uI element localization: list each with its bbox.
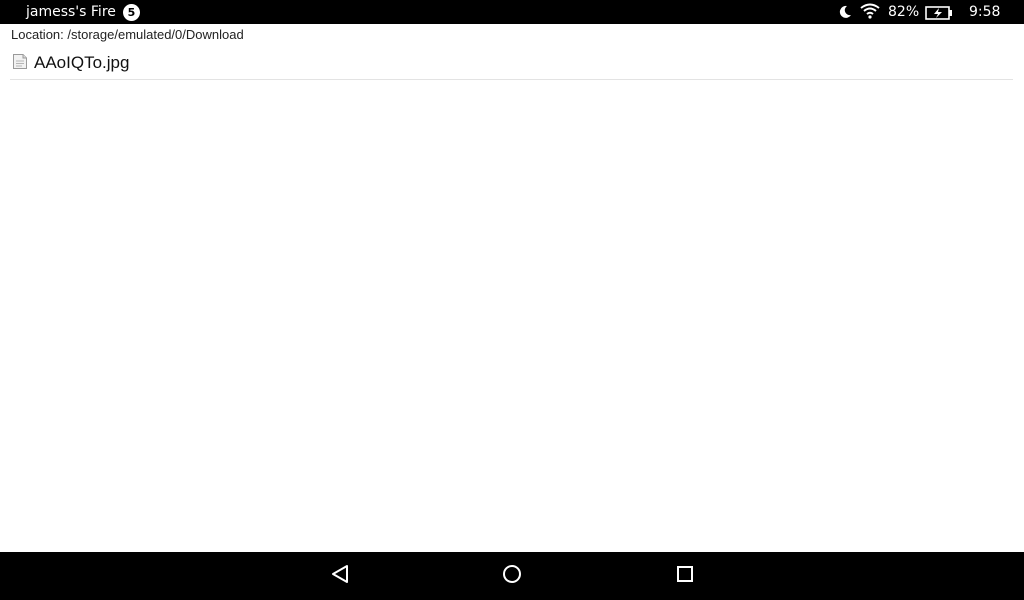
clock: 9:58 [969, 4, 1001, 20]
file-icon [12, 53, 28, 74]
status-bar: jamess's Fire 5 82% 9:58 [0, 0, 1024, 24]
location-path: Location: /storage/emulated/0/Download [11, 27, 244, 42]
notification-count-badge[interactable]: 5 [123, 4, 140, 21]
back-button[interactable] [316, 552, 364, 600]
file-name[interactable]: AAoIQTo.jpg [34, 52, 129, 74]
battery-charging-icon [925, 5, 953, 24]
back-icon [330, 564, 350, 588]
recent-apps-icon [676, 565, 694, 587]
battery-percent: 82% [888, 4, 920, 20]
wifi-icon [860, 3, 880, 23]
navigation-bar [0, 552, 1024, 600]
home-button[interactable] [488, 552, 536, 600]
moon-icon [838, 4, 852, 23]
home-icon [502, 564, 522, 588]
file-row[interactable]: AAoIQTo.jpg [10, 50, 1013, 80]
recent-apps-button[interactable] [661, 552, 709, 600]
device-name: jamess's Fire [26, 4, 116, 20]
